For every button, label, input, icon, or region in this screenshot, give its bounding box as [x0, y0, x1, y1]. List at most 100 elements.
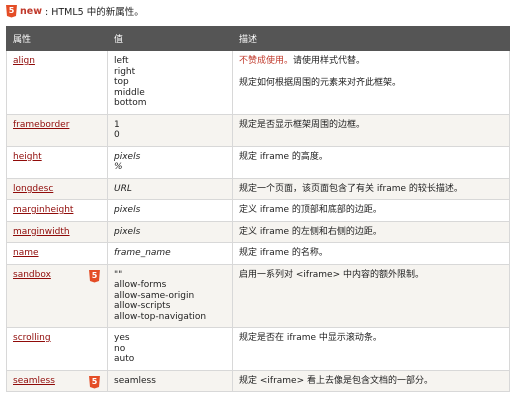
attribute-link[interactable]: scrolling: [13, 333, 51, 343]
value-item: 0: [114, 130, 120, 140]
table-row: name frame_name 规定 iframe 的名称。: [6, 242, 510, 265]
value-cell: URL: [107, 177, 233, 200]
attributes-table: 属性 值 描述 align left right top middle bottom 不赞成…: [6, 26, 510, 392]
description-body: 规定 <iframe> 看上去像是包含文档的一部分。: [239, 375, 433, 386]
value-item: pixels: [114, 226, 141, 237]
table-row: marginwidth pixels 定义 iframe 的左侧和右侧的边距。: [6, 220, 510, 243]
attribute-cell: scrolling: [6, 327, 108, 371]
value-cell: 10: [107, 113, 233, 147]
header-value: 值: [107, 26, 233, 51]
description-body: 规定一个页面，该页面包含了有关 iframe 的较长描述。: [239, 183, 463, 194]
html5-icon: 5: [6, 4, 17, 18]
description-text: 规定 iframe 的高度。: [239, 152, 503, 163]
attribute-cell: marginwidth: [6, 220, 108, 243]
attribute-cell: marginheight: [6, 199, 108, 222]
description-cell: 定义 iframe 的顶部和底部的边距。: [232, 199, 510, 222]
description-text: 不赞成使用。请使用样式代替。: [239, 56, 503, 67]
description-cell: 规定是否在 iframe 中显示滚动条。: [232, 327, 510, 371]
value-item: pixels: [114, 151, 141, 162]
value-cell: yes no auto: [107, 327, 233, 371]
attribute-link[interactable]: height: [13, 152, 42, 162]
value-item: allow-same-origin: [114, 290, 195, 301]
header-attribute: 属性: [6, 26, 108, 51]
table-row: marginheight pixels 定义 iframe 的顶部和底部的边距。: [6, 199, 510, 222]
attribute-link[interactable]: longdesc: [13, 184, 53, 194]
description-text: 规定 iframe 的名称。: [239, 248, 503, 259]
header-description: 描述: [232, 26, 510, 51]
description-text: 规定一个页面，该页面包含了有关 iframe 的较长描述。: [239, 184, 503, 195]
value-cell: "" allow-forms allow-same-origin allow-scri…: [107, 263, 233, 328]
value-item: yes: [114, 333, 130, 343]
value-item: pixels: [114, 205, 141, 215]
html5-icon: 5: [89, 375, 100, 389]
value-item: URL: [114, 183, 132, 194]
description-text: 规定是否在 iframe 中显示滚动条。: [239, 333, 503, 344]
description-body: 规定 iframe 的名称。: [239, 248, 328, 258]
value-cell: pixels: [107, 220, 233, 243]
html5-icon: 5: [89, 269, 100, 283]
description-body: 规定 iframe 的高度。: [239, 151, 328, 162]
description-cell: 规定 iframe 的名称。: [232, 242, 510, 265]
description-body: 请使用样式代替。: [293, 56, 366, 66]
description-text: 规定如何根据周围的元素来对齐此框架。: [239, 78, 503, 89]
attribute-cell: longdesc: [6, 177, 108, 200]
attribute-link[interactable]: frameborder: [13, 120, 69, 130]
table-row: seamless 5 seamless 规定 <iframe> 看上去像是包含文档的一…: [6, 369, 510, 392]
table-row: longdesc URL 规定一个页面，该页面包含了有关 iframe 的较长描述。: [6, 177, 510, 200]
description-cell: 定义 iframe 的左侧和右侧的边距。: [232, 220, 510, 243]
attribute-cell: height: [6, 145, 108, 179]
description-cell: 规定 <iframe> 看上去像是包含文档的一部分。: [232, 369, 510, 392]
attribute-cell: sandbox 5: [6, 263, 108, 328]
value-item: top: [114, 77, 129, 87]
description-body: 启用一系列对 <iframe> 中内容的额外限制。: [239, 269, 424, 280]
value-item: 1: [114, 119, 120, 130]
table-body: align left right top middle bottom 不赞成使用。请使用样式…: [6, 50, 510, 392]
value-item: "": [114, 269, 123, 280]
description-body: 规定是否显示框架周围的边框。: [239, 119, 366, 130]
description-text: 规定是否显示框架周围的边框。: [239, 120, 503, 131]
attribute-link[interactable]: name: [13, 248, 39, 258]
attribute-link[interactable]: seamless: [13, 376, 55, 386]
value-cell: seamless: [107, 369, 233, 392]
html5-legend: 5 new : HTML5 中的新属性。: [6, 4, 144, 18]
legend-text: : HTML5 中的新属性。: [44, 7, 144, 18]
description-cell: 不赞成使用。请使用样式代替。 规定如何根据周围的元素来对齐此框架。: [232, 50, 510, 115]
value-item: right: [114, 66, 136, 77]
description-cell: 规定 iframe 的高度。: [232, 145, 510, 179]
description-cell: 规定一个页面，该页面包含了有关 iframe 的较长描述。: [232, 177, 510, 200]
description-text: 规定 <iframe> 看上去像是包含文档的一部分。: [239, 376, 503, 387]
attribute-cell: seamless 5: [6, 369, 108, 392]
value-item: bottom: [114, 98, 147, 108]
value-item: left: [114, 56, 129, 66]
description-body: 规定如何根据周围的元素来对齐此框架。: [239, 77, 402, 88]
value-item: allow-top-navigation: [114, 311, 207, 322]
value-cell: left right top middle bottom: [107, 50, 233, 115]
legend-new-label: new: [20, 5, 42, 17]
value-cell: frame_name: [107, 242, 233, 265]
table-row: frameborder 1 0 规定是否显示框架周围的边框。: [6, 113, 510, 147]
description-text: 定义 iframe 的左侧和右侧的边距。: [239, 227, 503, 238]
description-text: 定义 iframe 的顶部和底部的边距。: [239, 205, 503, 216]
attribute-link[interactable]: sandbox: [13, 270, 51, 280]
value-item: middle: [114, 87, 145, 98]
attribute-cell: align: [6, 50, 108, 115]
value-item: allow-forms: [114, 280, 167, 290]
value-item: no: [114, 343, 126, 354]
table-row: scrolling yes no auto 规定是否在 iframe 中显示滚动条。: [6, 327, 510, 371]
description-cell: 启用一系列对 <iframe> 中内容的额外限制。: [232, 263, 510, 328]
attribute-link[interactable]: marginwidth: [13, 227, 70, 237]
description-body: 规定是否在 iframe 中显示滚动条。: [239, 333, 382, 343]
attribute-link[interactable]: align: [13, 56, 35, 66]
table-header-row: 属性 值 描述: [6, 26, 510, 51]
deprecated-warning: 不赞成使用。: [239, 56, 294, 66]
description-text: 启用一系列对 <iframe> 中内容的额外限制。: [239, 270, 503, 281]
value-item: seamless: [114, 375, 156, 386]
description-body: 定义 iframe 的顶部和底部的边距。: [239, 205, 382, 215]
value-item: frame_name: [114, 248, 171, 258]
attribute-link[interactable]: marginheight: [13, 205, 73, 215]
description-body: 定义 iframe 的左侧和右侧的边距。: [239, 226, 382, 237]
table-row: align left right top middle bottom 不赞成使用。请使用样式…: [6, 50, 510, 115]
value-item: %: [114, 162, 123, 172]
value-cell: pixels: [107, 199, 233, 222]
description-cell: 规定是否显示框架周围的边框。: [232, 113, 510, 147]
